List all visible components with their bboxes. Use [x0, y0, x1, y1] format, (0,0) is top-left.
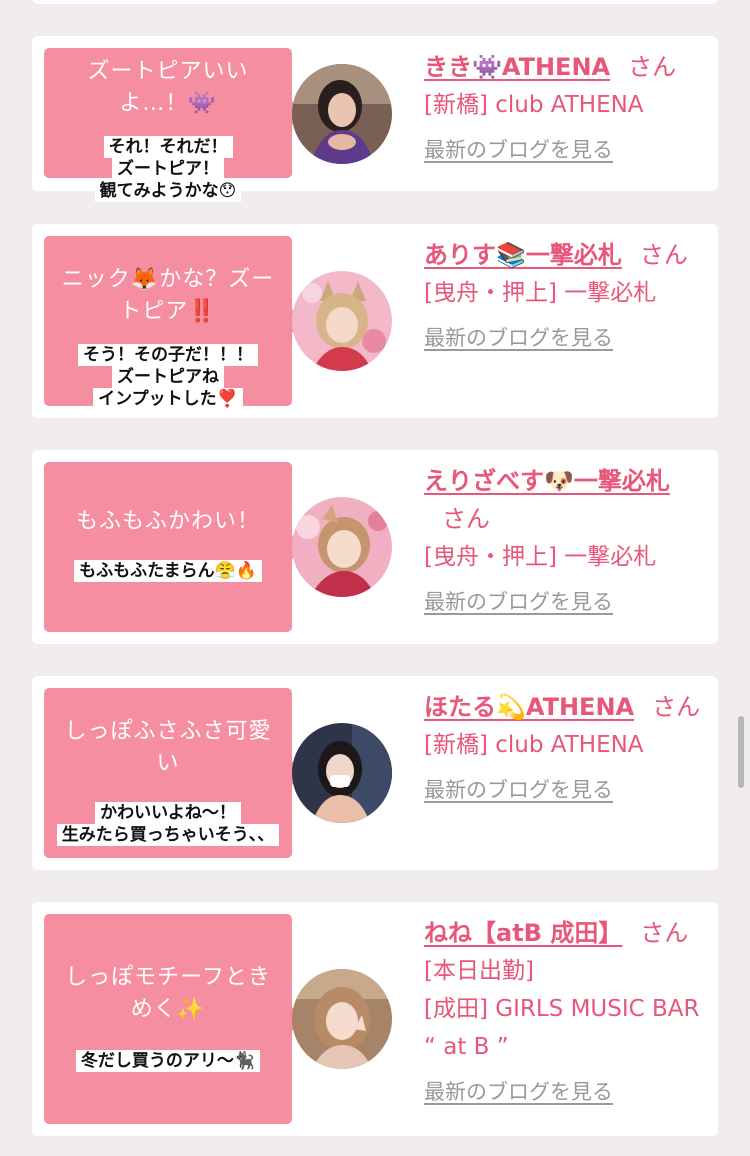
shop-info: [曳舟・押上] 一撃必札: [424, 544, 657, 570]
girl-name-link[interactable]: ありす📚一撃必札: [424, 241, 622, 269]
blog-card[interactable]: ニック🦊かな？ズートピア‼️ そう！その子だ！！！ ズートピアね インプットした…: [32, 224, 718, 418]
previous-card-edge: [32, 0, 718, 4]
avatar[interactable]: [292, 271, 392, 371]
honorific: さん: [640, 919, 689, 947]
shop-info: [曳舟・押上] 一撃必札: [424, 280, 657, 306]
shop-info: [新橋] club ATHENA: [424, 732, 644, 758]
message-bubble: ニック🦊かな？ズートピア‼️ そう！その子だ！！！ ズートピアね インプットした…: [44, 236, 304, 410]
shop-info: [新橋] club ATHENA: [424, 92, 644, 118]
scrollbar[interactable]: [738, 716, 744, 788]
shop-info: [成田] GIRLS MUSIC BAR “ at B ”: [424, 996, 700, 1060]
caption-line: 冬だし買うのアリ〜🐈‍⬛: [75, 1050, 261, 1072]
message-bubble: しっぽふさふさ可愛い かわいいよね〜！ 生みたら買っちゃいそう、、: [44, 688, 304, 858]
caption-line: ズートピアね: [112, 366, 224, 388]
profile-info: ほたる💫ATHENA さん [新橋] club ATHENA 最新のブログを見る: [424, 688, 708, 804]
latest-blog-link[interactable]: 最新のブログを見る: [424, 774, 613, 804]
girl-name-link[interactable]: えりざべす🐶一撃必札: [424, 467, 670, 495]
honorific: さん: [442, 505, 490, 533]
message-bubble: もふもふかわい！ もふもふたまらん😤🔥: [44, 462, 304, 632]
message-bubble: ズートピアいいよ…！👾 それ！それだ！ ズートピア！ 観てみようかな😯: [44, 48, 304, 202]
latest-blog-link[interactable]: 最新のブログを見る: [424, 322, 613, 352]
avatar[interactable]: [292, 723, 392, 823]
profile-info: えりざべす🐶一撃必札さん [曳舟・押上] 一撃必札 最新のブログを見る: [424, 462, 708, 616]
caption-line: 観てみようかな😯: [94, 180, 242, 202]
shift-status: [本日出勤]: [424, 958, 534, 984]
bubble-caption: それ！それだ！ ズートピア！ 観てみようかな😯: [44, 136, 292, 202]
bubble-caption: そう！その子だ！！！ ズートピアね インプットした❣️: [44, 344, 292, 410]
blog-feed-page: ズートピアいいよ…！👾 それ！それだ！ ズートピア！ 観てみようかな😯 きき👾A…: [0, 0, 750, 1156]
honorific: さん: [639, 241, 688, 269]
girl-name-link[interactable]: きき👾ATHENA: [424, 53, 610, 81]
caption-line: それ！それだ！: [103, 136, 233, 158]
caption-line: そう！その子だ！！！: [78, 344, 258, 366]
blog-card[interactable]: ズートピアいいよ…！👾 それ！それだ！ ズートピア！ 観てみようかな😯 きき👾A…: [32, 36, 718, 202]
bubble-text: しっぽモチーフときめく✨: [65, 965, 271, 1022]
avatar[interactable]: [292, 64, 392, 164]
avatar[interactable]: [292, 497, 392, 597]
blog-card[interactable]: もふもふかわい！ もふもふたまらん😤🔥 えりざべす🐶一撃必札さん [曳舟・押上]…: [32, 450, 718, 644]
bubble-text: もふもふかわい！: [75, 509, 260, 534]
bubble-text: ズートピアいいよ…！👾: [87, 59, 249, 116]
bubble-text: ニック🦊かな？ズートピア‼️: [61, 267, 275, 324]
caption-line: 生みたら買っちゃいそう、、: [56, 824, 280, 846]
caption-line: ズートピア！: [112, 158, 224, 180]
profile-info: ありす📚一撃必札 さん [曳舟・押上] 一撃必札 最新のブログを見る: [424, 236, 708, 352]
latest-blog-link[interactable]: 最新のブログを見る: [424, 134, 613, 164]
caption-line: かわいいよね〜！: [95, 802, 241, 824]
girl-name-link[interactable]: ねね【atB 成田】: [424, 919, 622, 947]
blog-card[interactable]: しっぽモチーフときめく✨ 冬だし買うのアリ〜🐈‍⬛ ねね【atB 成田】 さん […: [32, 902, 718, 1136]
profile-info: きき👾ATHENA さん [新橋] club ATHENA 最新のブログを見る: [424, 48, 708, 164]
caption-line: インプットした❣️: [93, 388, 243, 410]
caption-line: もふもふたまらん😤🔥: [74, 560, 262, 582]
bubble-text: しっぽふさふさ可愛い: [64, 719, 272, 776]
honorific: さん: [628, 53, 677, 81]
blog-card[interactable]: しっぽふさふさ可愛い かわいいよね〜！ 生みたら買っちゃいそう、、 ほたる💫AT…: [32, 676, 718, 870]
honorific: さん: [652, 693, 701, 721]
avatar[interactable]: [292, 969, 392, 1069]
profile-info: ねね【atB 成田】 さん [本日出勤] [成田] GIRLS MUSIC BAR…: [424, 914, 708, 1106]
latest-blog-link[interactable]: 最新のブログを見る: [424, 586, 613, 616]
message-bubble: しっぽモチーフときめく✨ 冬だし買うのアリ〜🐈‍⬛: [44, 914, 304, 1124]
bubble-caption: もふもふたまらん😤🔥: [44, 560, 292, 582]
girl-name-link[interactable]: ほたる💫ATHENA: [424, 693, 634, 721]
latest-blog-link[interactable]: 最新のブログを見る: [424, 1076, 613, 1106]
bubble-caption: 冬だし買うのアリ〜🐈‍⬛: [44, 1050, 292, 1072]
bubble-caption: かわいいよね〜！ 生みたら買っちゃいそう、、: [44, 802, 292, 846]
